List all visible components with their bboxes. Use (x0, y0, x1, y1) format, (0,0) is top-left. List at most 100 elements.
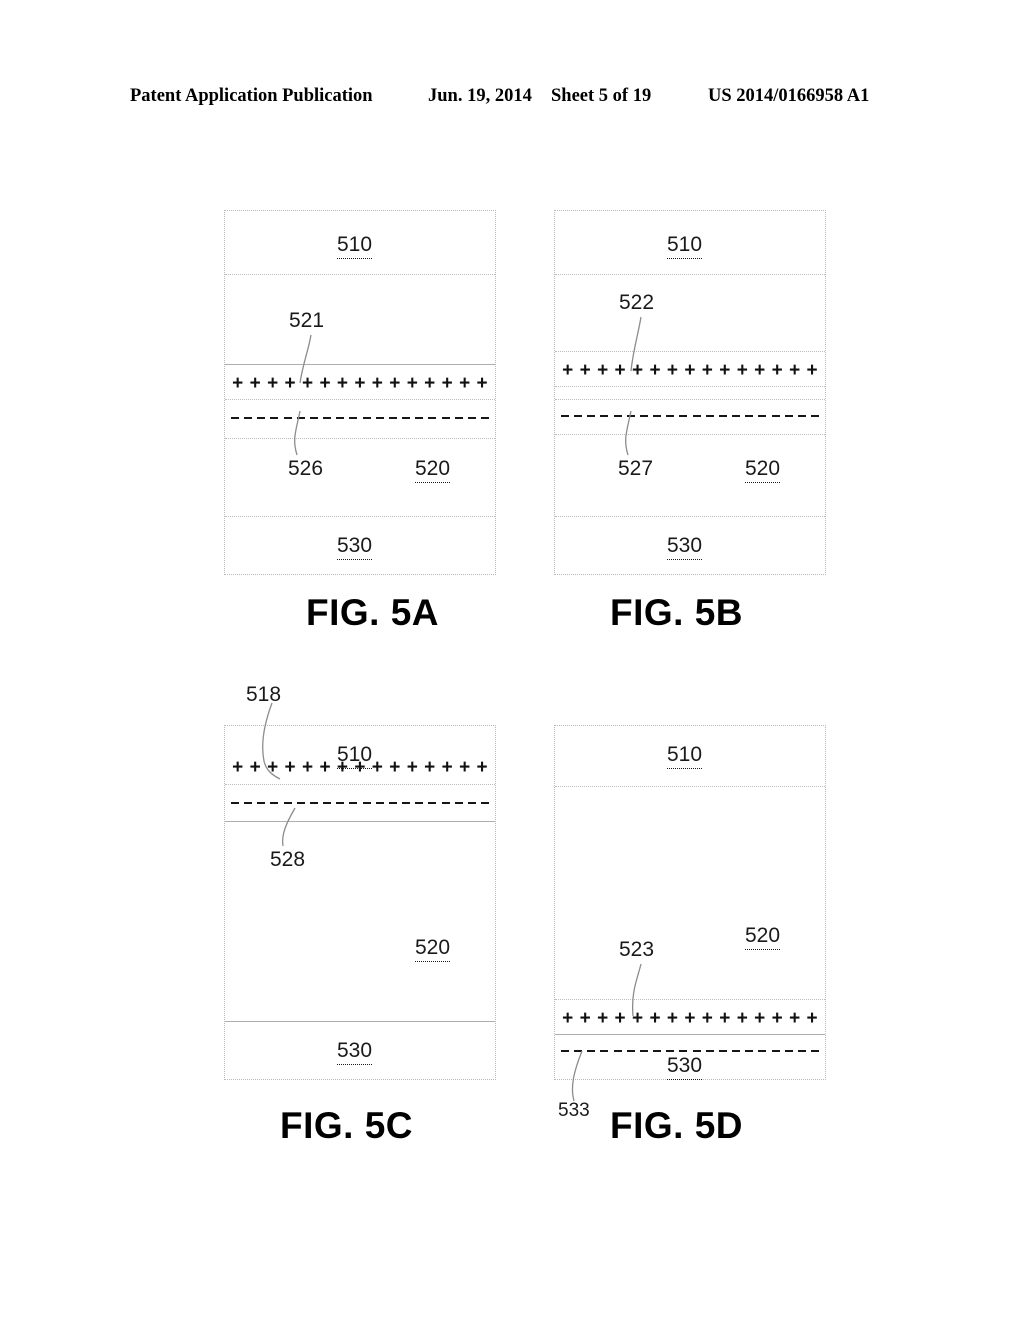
plus-sign: + (719, 1007, 731, 1029)
divider-510-520 (555, 786, 825, 787)
dash-mark (587, 414, 596, 418)
figure-5a-diagram: + + + + + + + + + + + + + + + 510 521 526 520 530 (224, 210, 496, 575)
layer-label-510: 510 (667, 743, 703, 769)
plus-sign: + (806, 359, 818, 381)
dash-mark (653, 414, 662, 418)
dash-mark (296, 416, 305, 420)
plus-sign: + (336, 372, 348, 394)
plus-sign: + (232, 372, 244, 394)
plus-sign: + (701, 359, 713, 381)
plus-sign: + (406, 372, 418, 394)
callout-528: 528 (270, 848, 306, 871)
plus-sign: + (301, 756, 314, 778)
negative-charge-row (231, 413, 489, 423)
callout-527: 527 (618, 457, 654, 480)
dash-mark (679, 414, 688, 418)
dash-mark (771, 1049, 780, 1053)
plus-sign: + (562, 1007, 574, 1029)
dash-mark (467, 416, 476, 420)
dash-mark (244, 416, 253, 420)
dash-mark (639, 1049, 648, 1053)
figure-5b-diagram: + + + + + + + + + + + + + + + 510 522 527 520 530 (554, 210, 826, 575)
dash-mark (692, 414, 701, 418)
dash-mark (349, 416, 358, 420)
publication-date: Jun. 19, 2014 (428, 86, 532, 106)
plus-sign: + (476, 372, 488, 394)
plus-sign: + (389, 372, 401, 394)
layer-label-520: 520 (745, 457, 781, 483)
plus-sign: + (649, 1007, 661, 1029)
figure-5d-diagram: + + + + + + + + + + + + + + + 510 520 523 530 (554, 725, 826, 1080)
dash-mark (283, 416, 292, 420)
callout-523: 523 (619, 938, 655, 961)
dash-mark (561, 1049, 569, 1053)
dash-mark (574, 1049, 583, 1053)
dash-mark (797, 1049, 806, 1053)
figure-5c: + + + + + + + + + + + + + + + 510 528 520 530 518 FIG.… (224, 683, 496, 1146)
plus-sign: + (597, 359, 609, 381)
dash-mark (810, 1049, 819, 1053)
callout-526: 526 (288, 457, 324, 480)
dash-mark (732, 1049, 741, 1053)
plus-sign: + (459, 372, 471, 394)
layer-label-510: 510 (337, 743, 373, 769)
dash-mark (600, 414, 609, 418)
layer-label-530: 530 (337, 1039, 373, 1065)
dash-mark (454, 801, 463, 805)
dash-mark (270, 416, 279, 420)
plus-sign: + (684, 359, 696, 381)
dash-mark (718, 1049, 727, 1053)
plus-sign: + (249, 756, 261, 778)
dash-mark (231, 801, 239, 805)
layer-label-520: 520 (415, 936, 451, 962)
dash-mark (626, 1049, 635, 1053)
dash-mark (244, 801, 253, 805)
negative-charge-row (561, 411, 819, 421)
figure-5d: + + + + + + + + + + + + + + + 510 520 523 530 533 FIG.… (554, 725, 826, 1146)
dash-mark (771, 414, 780, 418)
dash-mark (402, 801, 411, 805)
plus-sign: + (597, 1007, 609, 1029)
plus-sign: + (579, 359, 591, 381)
dash-mark (415, 801, 424, 805)
dash-mark (718, 414, 727, 418)
layer-label-530: 530 (667, 534, 703, 560)
plus-sign: + (476, 756, 488, 778)
divider-below-dash-row (555, 434, 825, 435)
dash-mark (375, 801, 384, 805)
divider-below-plus-row (225, 399, 495, 400)
layer-label-520: 520 (745, 924, 781, 950)
plus-sign: + (649, 359, 661, 381)
dash-mark (323, 416, 332, 420)
plus-sign: + (684, 1007, 696, 1029)
figure-5c-diagram: + + + + + + + + + + + + + + + 510 528 520 530 (224, 725, 496, 1080)
divider-520-530 (225, 1021, 495, 1022)
dash-mark (653, 1049, 662, 1053)
dash-mark (666, 414, 675, 418)
plus-sign: + (319, 372, 331, 394)
plus-sign: + (789, 359, 801, 381)
dash-mark (705, 1049, 714, 1053)
layer-label-530: 530 (337, 534, 373, 560)
callout-521: 521 (289, 309, 325, 332)
plus-sign: + (406, 756, 418, 778)
dash-mark (745, 1049, 754, 1053)
positive-charge-row: + + + + + + + + + + + + + + + (559, 1007, 821, 1029)
figure-5d-caption: FIG. 5D (610, 1105, 744, 1146)
plus-sign: + (754, 359, 766, 381)
dash-mark (758, 1049, 767, 1053)
plus-sign: + (232, 756, 244, 778)
dash-mark (639, 414, 648, 418)
dash-mark (705, 414, 714, 418)
plus-sign: + (441, 756, 453, 778)
divider-below-plus-row (555, 386, 825, 387)
plus-sign: + (424, 372, 436, 394)
dash-mark (679, 1049, 688, 1053)
dash-mark (441, 801, 450, 805)
callout-522: 522 (619, 291, 655, 314)
layer-label-510: 510 (337, 233, 373, 259)
dash-mark (402, 416, 411, 420)
dash-mark (283, 801, 292, 805)
dash-mark (745, 414, 754, 418)
dash-mark (810, 414, 819, 418)
